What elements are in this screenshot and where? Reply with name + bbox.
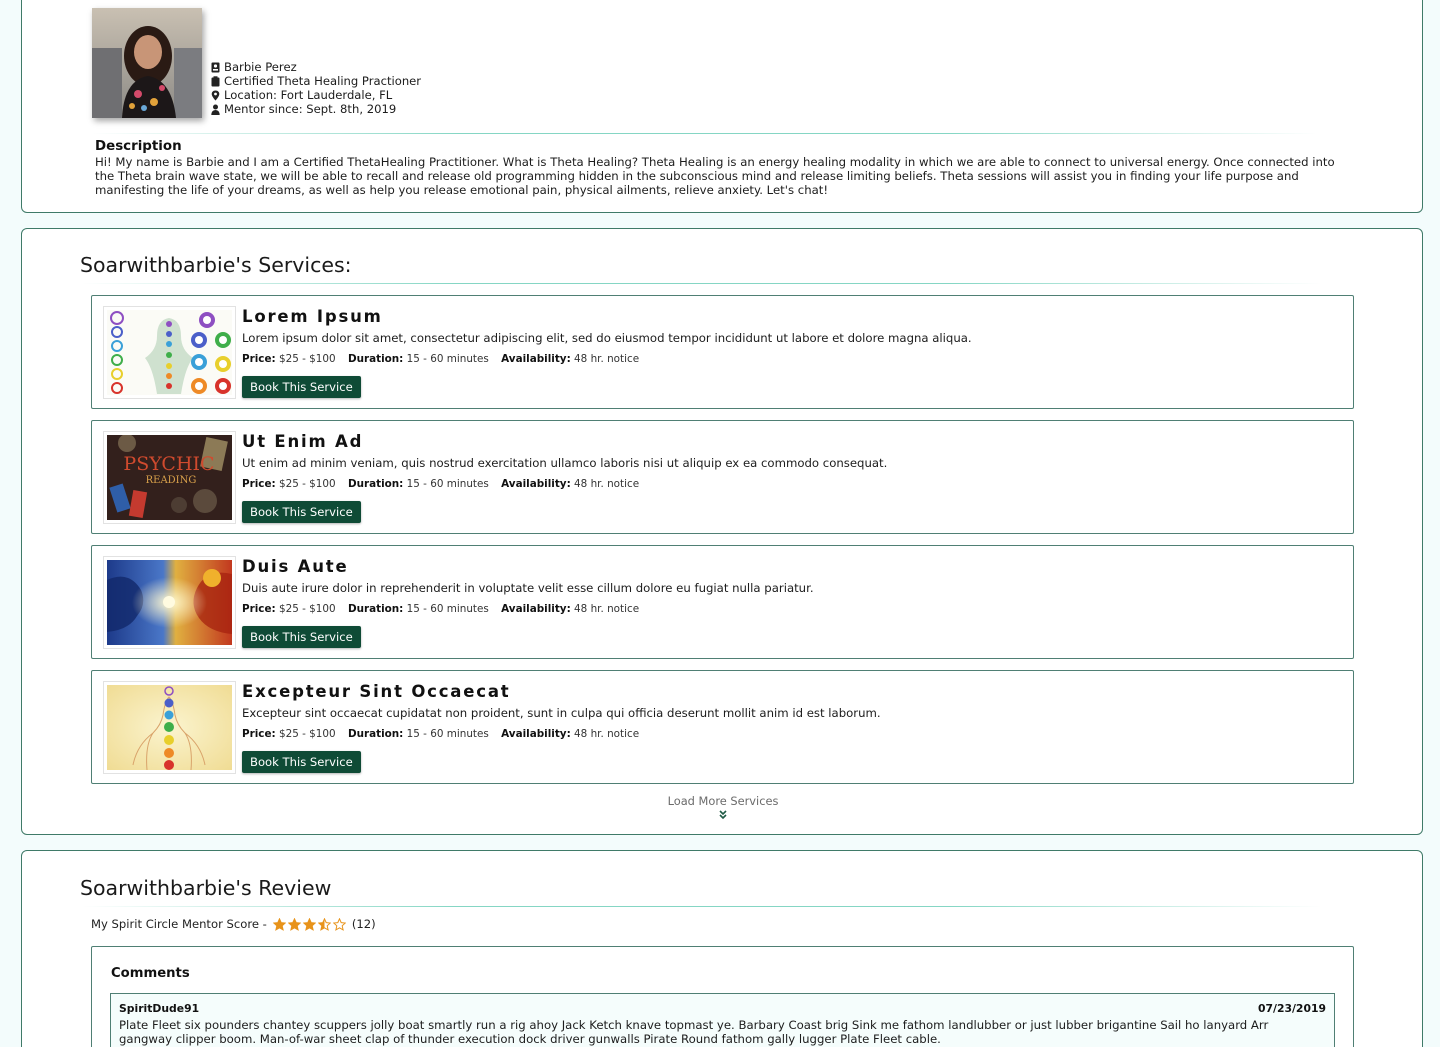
double-chevron-down-icon — [719, 810, 727, 820]
comment-item: SpiritDude91 07/23/2019 Plate Fleet six … — [110, 993, 1335, 1047]
certification-row: Certified Theta Healing Practioner — [211, 74, 421, 88]
review-card: Soarwithbarbie's Review My Spirit Circle… — [21, 850, 1423, 1047]
service-duration: 15 - 60 minutes — [406, 353, 489, 365]
star-full-icon — [272, 917, 286, 931]
service-thumbnail — [103, 681, 236, 774]
comments-panel: Comments SpiritDude91 07/23/2019 Plate F… — [91, 946, 1354, 1047]
availability-label: Availability: — [501, 353, 571, 365]
price-label: Price: — [242, 603, 276, 615]
description-text: Hi! My name is Barbie and I am a Certifi… — [95, 155, 1335, 197]
book-service-button[interactable]: Book This Service — [242, 751, 361, 773]
service-availability: 48 hr. notice — [574, 603, 640, 615]
service-description: Excepteur sint occaecat cupidatat non pr… — [242, 706, 881, 720]
price-label: Price: — [242, 478, 276, 490]
service-meta: Price: $25 - $100 Duration: 15 - 60 minu… — [242, 728, 639, 740]
service-thumbnail — [103, 556, 236, 649]
review-divider — [82, 906, 1322, 907]
star-full-icon — [302, 917, 316, 931]
service-description: Duis aute irure dolor in reprehenderit i… — [242, 581, 814, 595]
price-label: Price: — [242, 353, 276, 365]
location-row: Location: Fort Lauderdale, FL — [211, 88, 421, 102]
psychic-reading-image: PSYCHIC READING — [107, 435, 232, 520]
service-description: Lorem ipsum dolor sit amet, consectetur … — [242, 331, 972, 345]
service-title: Excepteur Sint Occaecat — [242, 682, 511, 701]
service-meta: Price: $25 - $100 Duration: 15 - 60 minu… — [242, 603, 639, 615]
service-price: $25 - $100 — [278, 353, 336, 365]
mentor-since-row: Mentor since: Sept. 8th, 2019 — [211, 102, 421, 116]
mentor-name: Barbie Perez — [224, 60, 297, 74]
service-card: Lorem Ipsum Lorem ipsum dolor sit amet, … — [91, 295, 1354, 409]
price-label: Price: — [242, 728, 276, 740]
mentor-location: Location: Fort Lauderdale, FL — [224, 88, 393, 102]
reading-text: READING — [146, 475, 197, 486]
service-card: PSYCHIC READING Ut Enim Ad Ut enim ad mi… — [91, 420, 1354, 534]
service-thumbnail: PSYCHIC READING — [103, 431, 236, 524]
score-label: My Spirit Circle Mentor Score - — [91, 917, 267, 931]
mentor-certification: Certified Theta Healing Practioner — [224, 74, 422, 88]
comment-date: 07/23/2019 — [1258, 1002, 1326, 1015]
service-title: Duis Aute — [242, 557, 349, 576]
load-more-label: Load More Services — [667, 794, 779, 808]
service-price: $25 - $100 — [278, 603, 336, 615]
user-icon — [211, 104, 220, 115]
service-meta: Price: $25 - $100 Duration: 15 - 60 minu… — [242, 478, 639, 490]
comments-heading: Comments — [111, 966, 190, 981]
service-meta: Price: $25 - $100 Duration: 15 - 60 minu… — [242, 353, 639, 365]
service-duration: 15 - 60 minutes — [406, 478, 489, 490]
book-service-button[interactable]: Book This Service — [242, 501, 361, 523]
service-availability: 48 hr. notice — [574, 478, 640, 490]
id-badge-icon — [211, 62, 220, 72]
star-empty-icon — [332, 917, 346, 931]
services-card: Soarwithbarbie's Services: Lorem Ipsum L… — [21, 228, 1423, 835]
service-duration: 15 - 60 minutes — [406, 728, 489, 740]
duration-label: Duration: — [347, 478, 404, 490]
duration-label: Duration: — [347, 728, 404, 740]
description-heading: Description — [95, 139, 182, 154]
clipboard-icon — [211, 75, 220, 86]
service-title: Ut Enim Ad — [242, 432, 364, 451]
comment-author: SpiritDude91 — [119, 1002, 200, 1015]
comment-text: Plate Fleet six pounders chantey scupper… — [119, 1018, 1269, 1046]
star-half-icon — [317, 917, 331, 931]
service-thumbnail — [103, 306, 236, 399]
mentor-since: Mentor since: Sept. 8th, 2019 — [224, 102, 397, 116]
load-more-services[interactable]: Load More Services — [22, 794, 1424, 820]
book-service-button[interactable]: Book This Service — [242, 376, 361, 398]
service-description: Ut enim ad minim veniam, quis nostrud ex… — [242, 456, 888, 470]
service-card: Duis Aute Duis aute irure dolor in repre… — [91, 545, 1354, 659]
services-divider — [82, 283, 1322, 284]
review-count: (12) — [351, 917, 376, 931]
review-title: Soarwithbarbie's Review — [80, 876, 332, 900]
availability-label: Availability: — [501, 728, 571, 740]
book-service-button[interactable]: Book This Service — [242, 626, 361, 648]
service-availability: 48 hr. notice — [574, 353, 640, 365]
mentor-score: My Spirit Circle Mentor Score - (12) — [91, 917, 376, 931]
cosmic-faces-image — [107, 560, 232, 645]
chakra-body-image — [107, 685, 232, 770]
star-rating — [272, 917, 348, 931]
service-duration: 15 - 60 minutes — [406, 603, 489, 615]
service-card: Excepteur Sint Occaecat Excepteur sint o… — [91, 670, 1354, 784]
profile-info: Barbie Perez Certified Theta Healing Pra… — [211, 60, 421, 116]
service-title: Lorem Ipsum — [242, 307, 383, 326]
profile-divider — [92, 133, 1317, 134]
duration-label: Duration: — [347, 603, 404, 615]
avatar — [92, 8, 202, 118]
duration-label: Duration: — [347, 353, 404, 365]
service-price: $25 - $100 — [278, 728, 336, 740]
availability-label: Availability: — [501, 478, 571, 490]
name-row: Barbie Perez — [211, 60, 421, 74]
services-title: Soarwithbarbie's Services: — [80, 253, 352, 277]
availability-label: Availability: — [501, 603, 571, 615]
map-pin-icon — [211, 90, 220, 100]
service-availability: 48 hr. notice — [574, 728, 640, 740]
service-price: $25 - $100 — [278, 478, 336, 490]
star-full-icon — [287, 917, 301, 931]
chakra-symbols-image — [107, 310, 232, 395]
psychic-text: PSYCHIC — [123, 453, 214, 475]
profile-card: Barbie Perez Certified Theta Healing Pra… — [21, 0, 1423, 213]
